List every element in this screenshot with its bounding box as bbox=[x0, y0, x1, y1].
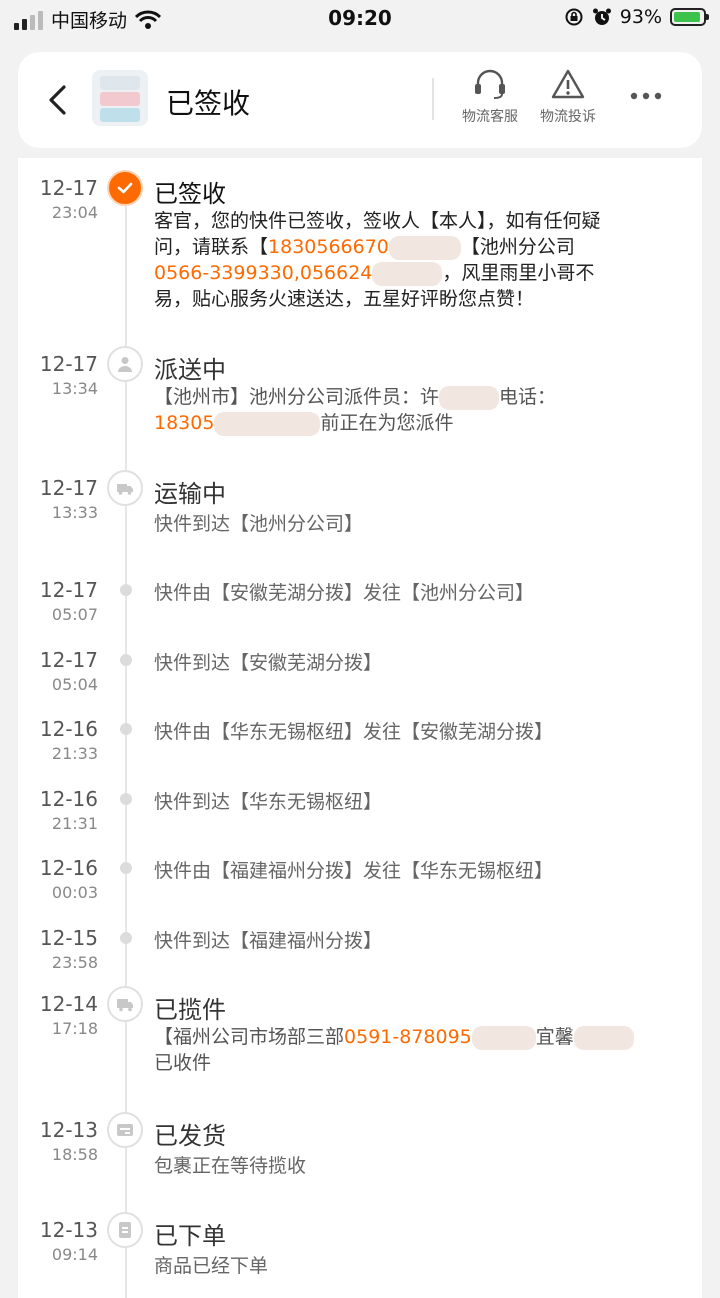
event-time: 13:34 bbox=[51, 379, 98, 398]
event-date: 12-17 bbox=[39, 176, 98, 200]
timeline-dot bbox=[120, 654, 132, 666]
event-description: 快件由【华东无锡枢纽】发往【安徽芜湖分拨】 bbox=[154, 721, 554, 743]
truck-icon bbox=[117, 484, 133, 495]
in-transit-node bbox=[107, 470, 143, 506]
event-date: 12-14 bbox=[39, 992, 98, 1016]
battery-percent: 93% bbox=[619, 6, 662, 28]
event-description: 快件到达【池州分公司】 bbox=[154, 513, 364, 535]
status-bar: 中国移动 09:20 93% bbox=[0, 0, 720, 40]
pickup-truck-icon bbox=[117, 999, 133, 1012]
event-description: 快件由【安徽芜湖分拨】发往【池州分公司】 bbox=[154, 582, 535, 604]
logistics-complaint-label: 物流投诉 bbox=[540, 109, 596, 125]
event-date: 12-17 bbox=[39, 476, 98, 500]
event-description: 包裹正在等待揽收 bbox=[154, 1155, 307, 1177]
event-date: 12-17 bbox=[39, 352, 98, 376]
back-arrow-icon[interactable] bbox=[40, 82, 76, 118]
rotation-lock-icon bbox=[565, 8, 583, 26]
more-icon[interactable] bbox=[628, 84, 664, 108]
event-title: 运输中 bbox=[154, 480, 226, 508]
delivering-node bbox=[107, 346, 143, 382]
event-description: 【池州市】池州分公司派件员：许 电话： 18305 前正在为您派件 bbox=[154, 385, 557, 436]
timeline-dot bbox=[120, 723, 132, 735]
header-bar: 已签收 物流客服 物流投诉 bbox=[18, 52, 702, 148]
event-time: 21:33 bbox=[51, 744, 98, 763]
timeline-dot bbox=[120, 862, 132, 874]
event-date: 12-13 bbox=[39, 1218, 98, 1242]
event-title: 派送中 bbox=[154, 356, 226, 384]
divider bbox=[432, 78, 434, 120]
event-date: 12-15 bbox=[39, 926, 98, 950]
phone-link[interactable]: 0566-3399330,056624 bbox=[154, 262, 372, 284]
event-date: 12-16 bbox=[39, 717, 98, 741]
signed-node bbox=[107, 170, 143, 206]
event-description: 快件到达【福建福州分拨】 bbox=[154, 930, 383, 952]
timeline-dot bbox=[120, 932, 132, 944]
event-title: 已下单 bbox=[154, 1222, 226, 1250]
event-time: 23:04 bbox=[51, 203, 98, 222]
event-time: 18:58 bbox=[51, 1145, 98, 1164]
event-time: 17:18 bbox=[51, 1019, 98, 1038]
picked-up-node bbox=[107, 986, 143, 1022]
event-date: 12-17 bbox=[39, 648, 98, 672]
event-description: 商品已经下单 bbox=[154, 1255, 269, 1277]
phone-link[interactable]: 0591-878095 bbox=[344, 1026, 472, 1048]
ordered-node bbox=[107, 1212, 143, 1248]
product-thumbnail[interactable] bbox=[92, 70, 148, 126]
logistics-service-label: 物流客服 bbox=[462, 109, 518, 125]
check-icon bbox=[117, 182, 133, 194]
event-time: 05:07 bbox=[51, 605, 98, 624]
event-time: 09:14 bbox=[51, 1245, 98, 1264]
alarm-icon bbox=[592, 8, 611, 25]
package-card-icon bbox=[117, 1124, 133, 1136]
logistics-timeline: 12-17 23:04 已签收 客官，您的快件已签收，签收人【本人】，如有任何疑… bbox=[18, 158, 702, 1298]
event-date: 12-16 bbox=[39, 856, 98, 880]
phone-link[interactable]: 18305 bbox=[154, 412, 214, 434]
shipped-node bbox=[107, 1112, 143, 1148]
event-time: 00:03 bbox=[51, 883, 98, 902]
event-date: 12-13 bbox=[39, 1118, 98, 1142]
warning-icon bbox=[551, 69, 585, 99]
page-title: 已签收 bbox=[166, 87, 251, 120]
event-date: 12-16 bbox=[39, 787, 98, 811]
event-title: 已签收 bbox=[154, 180, 226, 208]
courier-icon bbox=[118, 357, 132, 372]
event-description: 客官，您的快件已签收，签收人【本人】，如有任何疑 问，请联系【183056667… bbox=[154, 210, 601, 310]
event-description: 快件到达【安徽芜湖分拨】 bbox=[154, 652, 383, 674]
event-time: 23:58 bbox=[51, 953, 98, 972]
event-description: 快件到达【华东无锡枢纽】 bbox=[154, 791, 383, 813]
logistics-complaint-button[interactable]: 物流投诉 bbox=[528, 68, 608, 126]
phone-link[interactable]: 1830566670 bbox=[268, 236, 389, 258]
order-document-icon bbox=[119, 1222, 131, 1238]
timeline-dot bbox=[120, 793, 132, 805]
event-date: 12-17 bbox=[39, 578, 98, 602]
event-time: 21:31 bbox=[51, 814, 98, 833]
logistics-service-button[interactable]: 物流客服 bbox=[450, 68, 530, 126]
event-title: 已发货 bbox=[154, 1122, 226, 1150]
event-title: 已揽件 bbox=[154, 996, 226, 1024]
battery-icon bbox=[670, 8, 709, 26]
event-time: 05:04 bbox=[51, 675, 98, 694]
timeline-dot bbox=[120, 584, 132, 596]
event-description: 【福州公司市场部三部0591-878095 宜馨 已收件 bbox=[154, 1024, 689, 1076]
event-description: 快件由【福建福州分拨】发往【华东无锡枢纽】 bbox=[154, 860, 554, 882]
event-time: 13:33 bbox=[51, 503, 98, 522]
headset-icon bbox=[475, 69, 505, 99]
